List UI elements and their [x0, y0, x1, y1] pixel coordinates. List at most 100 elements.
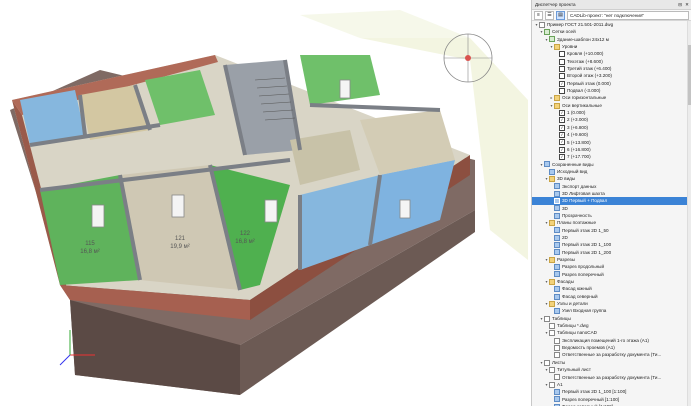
section-box-top: [300, 10, 470, 38]
tree-item[interactable]: Первый этаж 2D 1_100 [1:100]: [532, 388, 691, 395]
tree-item[interactable]: 3D Лифтовая шахта: [532, 190, 691, 197]
tree-item[interactable]: ▾ Титульный лист: [532, 366, 691, 373]
view-icon: [554, 388, 560, 395]
check-icon[interactable]: ✓: [559, 117, 565, 124]
list-view-icon[interactable]: ☰: [545, 10, 554, 20]
tree-item[interactable]: ▾ Узлы и детали: [532, 300, 691, 307]
check-icon[interactable]: [559, 51, 565, 58]
check-icon[interactable]: [559, 65, 565, 72]
tree-item[interactable]: ✓ 7 (+17.700): [532, 153, 691, 160]
view-icon: [554, 227, 560, 234]
check-icon[interactable]: ✓: [559, 80, 565, 87]
filter-icon[interactable]: ≡: [534, 10, 543, 20]
3d-viewport[interactable]: 115 16,8 м² 121 19,9 м² 122 16,8 м²: [0, 0, 530, 406]
tree-item[interactable]: ▾ Планы поэтажные: [532, 219, 691, 227]
tree-item[interactable]: Техэтаж (+8.600): [532, 58, 691, 65]
check-icon[interactable]: [559, 58, 565, 65]
panel-titlebar: Диспетчер проекта ⊟ ✕: [532, 0, 691, 10]
tree-item[interactable]: Первый этаж 2D 1_100: [532, 241, 691, 249]
folder-icon: [554, 95, 560, 102]
check-icon[interactable]: ✓: [559, 131, 565, 138]
folder-icon: [549, 220, 555, 227]
tree-item[interactable]: ▾ Фасады: [532, 278, 691, 285]
tree-item[interactable]: Ответственные за разработку документа (Т…: [532, 374, 691, 381]
tree-item[interactable]: Прозрачность: [532, 212, 691, 219]
tree-item[interactable]: ✓ 5 (+13.800): [532, 139, 691, 146]
check-icon[interactable]: ✓: [559, 139, 565, 146]
tree-item-label: 5 (+13.800): [567, 139, 591, 145]
tree-item[interactable]: ▾ Листы: [532, 359, 691, 366]
check-icon[interactable]: ✓: [559, 124, 565, 131]
view-icon: [554, 212, 560, 219]
check-icon[interactable]: [559, 73, 565, 80]
tree-item[interactable]: ▾ Здание-шаблон 24x12 м: [532, 36, 691, 43]
tree-item-label: Сетки осей: [552, 29, 576, 35]
tree-item-label: Листы: [552, 359, 566, 365]
tree-item[interactable]: ▾ Сохраненные виды: [532, 161, 691, 168]
tree-item[interactable]: Третий этаж (+6.400): [532, 65, 691, 72]
tree-item[interactable]: Первый этаж 2D 1_50: [532, 227, 691, 234]
view-icon: [554, 198, 560, 205]
tree-item[interactable]: ▸ Оси горизонтальные: [532, 94, 691, 102]
tree-item[interactable]: ▾ Уровни: [532, 43, 691, 50]
tree-item-label: Здание-шаблон 24x12 м: [557, 36, 609, 42]
tree-item[interactable]: Разрез поперечный: [532, 271, 691, 278]
tree-item-label: Разрезы: [557, 257, 575, 262]
tree-item[interactable]: ▾ Пример ГОСТ 21.501-2011.dwg: [532, 21, 691, 28]
tree-item[interactable]: Первый этаж 2D 1_200: [532, 249, 691, 256]
tree-item[interactable]: Фасад южный: [532, 285, 691, 293]
tree-item[interactable]: ✓ Первый этаж (0.000): [532, 80, 691, 87]
view-icon: [554, 183, 560, 190]
close-icon[interactable]: ✕: [685, 2, 689, 7]
tree-item[interactable]: ▾ Таблицы: [532, 315, 691, 322]
tree-item[interactable]: ▾ Оси вертикальные: [532, 102, 691, 109]
tree-item[interactable]: Таблицы *.dwg: [532, 322, 691, 329]
tree-item[interactable]: Узел Входная группа: [532, 307, 691, 315]
sheet-icon: [549, 381, 555, 388]
check-icon[interactable]: ✓: [559, 153, 565, 160]
tree-item[interactable]: ✓ 3 (+6.800): [532, 124, 691, 131]
tree-item[interactable]: Экспликация помещений 1-го этажа (А1): [532, 337, 691, 344]
tree-item[interactable]: 3D Первый + Подвал: [532, 197, 691, 205]
tree-item[interactable]: Кровля (+10.000): [532, 50, 691, 58]
folder-icon: [549, 278, 555, 285]
check-icon[interactable]: [559, 87, 565, 94]
check-icon[interactable]: ✓: [559, 109, 565, 116]
tree-item[interactable]: 2D: [532, 234, 691, 241]
tree-item[interactable]: Второй этаж (+3.200): [532, 72, 691, 80]
view-icon: [554, 234, 560, 241]
tree-item-label: Ответственные за разработку документа (Т…: [562, 374, 662, 380]
tree-item[interactable]: ✓ 6 (+16.800): [532, 146, 691, 153]
tree-item-label: Исходный вид: [557, 168, 588, 174]
tree-item-label: Ответственные за разработку документа (Т…: [562, 352, 662, 358]
tree-item-label: Прозрачность: [562, 212, 592, 218]
tree-item[interactable]: Ведомость проемов (А1): [532, 344, 691, 351]
tree-item[interactable]: Ответственные за разработку документа (Т…: [532, 351, 691, 359]
tree-item[interactable]: ▾ Таблицы nanoCAD: [532, 329, 691, 337]
tree-item[interactable]: ▾ 3D виды: [532, 175, 691, 182]
building-3d-model[interactable]: 115 16,8 м² 121 19,9 м² 122 16,8 м²: [0, 0, 530, 406]
tree-item[interactable]: ▾ А1: [532, 381, 691, 388]
tree-item[interactable]: Разрез поперечный [1:100]: [532, 396, 691, 403]
tree-item[interactable]: 3D: [532, 205, 691, 212]
tree-item[interactable]: ✓ 1 (0.000): [532, 109, 691, 116]
tree-item[interactable]: ▾ Сетки осей: [532, 28, 691, 36]
tree-item[interactable]: Подвал (-3.000): [532, 87, 691, 94]
tree-item[interactable]: ▾ Разрезы: [532, 256, 691, 263]
tree-view-icon[interactable]: ▤: [556, 10, 565, 20]
project-selector[interactable]: CADLib-проект: "нет подключения": [567, 10, 689, 20]
tree-item[interactable]: Разрез продольный: [532, 263, 691, 271]
check-icon[interactable]: ✓: [559, 146, 565, 153]
view-compass[interactable]: [443, 33, 493, 83]
tree-item[interactable]: Исходный вид: [532, 168, 691, 175]
tree-item[interactable]: ✓ 2 (+3.000): [532, 116, 691, 124]
tree-item-label: Планы поэтажные: [557, 220, 597, 226]
sheet-icon: [539, 21, 545, 28]
tree-item[interactable]: Фасад северный: [532, 293, 691, 300]
tree-item[interactable]: Экспорт данных: [532, 183, 691, 190]
tree-scrollbar[interactable]: [687, 21, 691, 406]
tree-item[interactable]: ✓ 4 (+9.600): [532, 131, 691, 138]
view-icon: [554, 286, 560, 293]
pin-icon[interactable]: ⊟: [678, 2, 682, 7]
tree-item-label: Оси горизонтальные: [562, 95, 607, 101]
